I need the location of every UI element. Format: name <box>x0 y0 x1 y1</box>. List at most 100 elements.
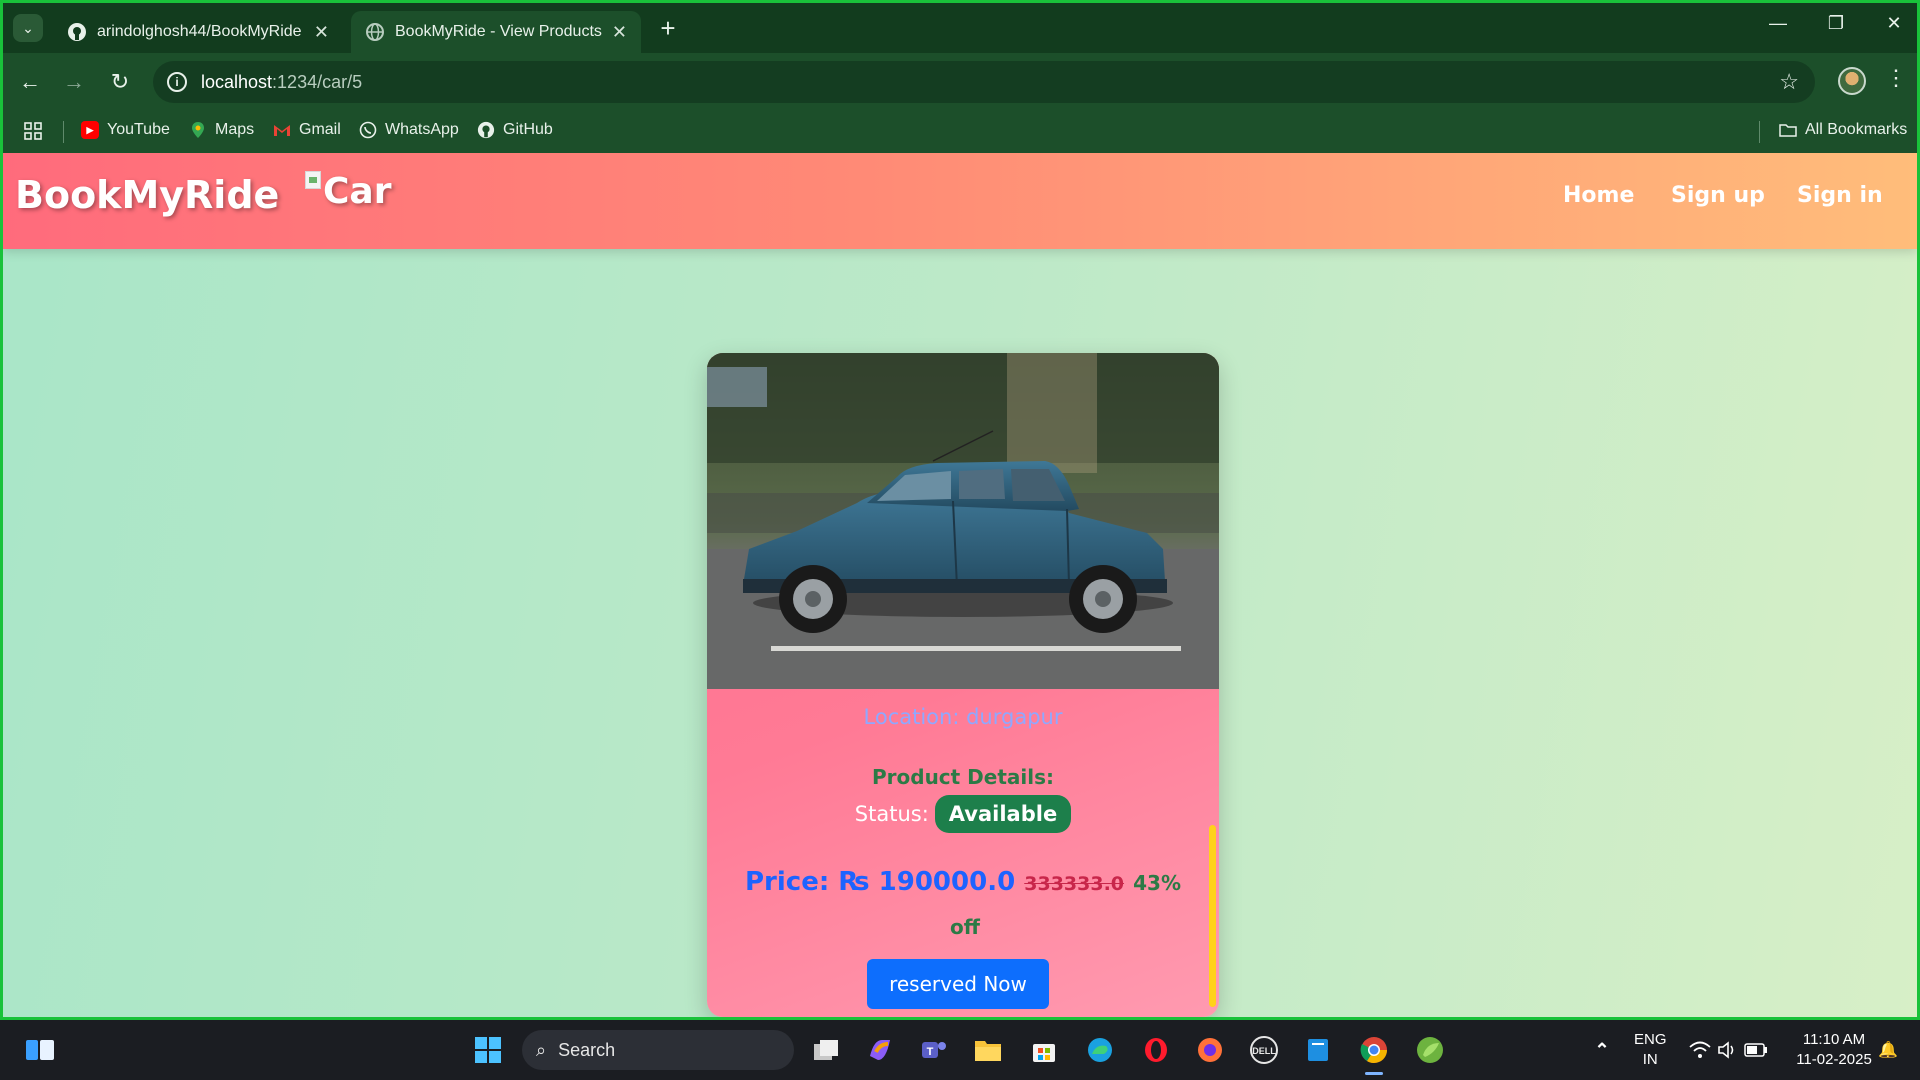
dell-icon[interactable]: DELL <box>1248 1034 1280 1066</box>
chevron-up-icon[interactable]: ⌃ <box>1586 1034 1618 1066</box>
bookmark-maps[interactable]: Maps <box>189 121 254 139</box>
back-icon[interactable]: ← <box>15 67 45 97</box>
region-code: IN <box>1642 1051 1658 1068</box>
browser-toolbar: ← → ↻ i localhost:1234/car/5 ☆ ⋮ <box>3 53 1917 111</box>
address-bar[interactable]: i localhost:1234/car/5 ☆ <box>153 61 1815 103</box>
car-photo <box>707 353 1219 689</box>
nav-sign-in[interactable]: Sign in <box>1797 183 1883 208</box>
clock[interactable]: 11:10 AM 11-02-2025 <box>1784 1030 1884 1070</box>
firefox-icon[interactable] <box>1194 1034 1226 1066</box>
card-scrollbar[interactable] <box>1209 825 1216 1007</box>
close-icon[interactable]: ✕ <box>612 22 627 43</box>
github-icon <box>67 22 87 42</box>
product-location: Location: durgapur <box>863 705 1063 729</box>
task-view-icon[interactable] <box>810 1034 842 1066</box>
tab-bookmyride[interactable]: BookMyRide - View Products ✕ <box>351 11 641 53</box>
tab-title: BookMyRide - View Products <box>395 23 602 40</box>
notification-bell-icon[interactable]: 🔔 <box>1872 1034 1904 1066</box>
folder-icon <box>1779 121 1797 139</box>
site-navbar: BookMyRide Car Home Sign up Sign in <box>3 153 1917 249</box>
reserve-now-button[interactable]: reserved Now <box>867 959 1049 1009</box>
bookmark-github[interactable]: GitHub <box>477 121 553 139</box>
start-windows-icon[interactable] <box>472 1034 504 1066</box>
bookmark-star-icon[interactable]: ☆ <box>1779 69 1799 95</box>
discount-percent: 43% <box>1133 871 1181 895</box>
edge-icon[interactable] <box>1084 1034 1116 1066</box>
whatsapp-icon <box>359 121 377 139</box>
spring-tool-icon[interactable] <box>1414 1034 1446 1066</box>
opera-icon[interactable] <box>1140 1034 1172 1066</box>
svg-text:T: T <box>927 1046 934 1058</box>
url-path: :1234/car/5 <box>272 71 363 92</box>
bookmark-whatsapp[interactable]: WhatsApp <box>359 121 459 139</box>
status-row: Status: Available <box>707 795 1219 833</box>
notes-app-icon[interactable] <box>1302 1034 1334 1066</box>
status-label: Status: <box>854 802 929 826</box>
broken-image-icon <box>305 171 321 189</box>
microsoft-store-icon[interactable] <box>1028 1034 1060 1066</box>
brand-logo[interactable]: BookMyRide <box>15 173 279 217</box>
svg-text:DELL: DELL <box>1252 1046 1276 1056</box>
forward-icon[interactable]: → <box>59 67 89 97</box>
globe-icon <box>365 22 385 42</box>
maps-icon <box>189 121 207 139</box>
page-viewport: BookMyRide Car Home Sign up Sign in Loca… <box>3 153 1917 1017</box>
teams-icon[interactable]: T <box>918 1034 950 1066</box>
reload-icon[interactable]: ↻ <box>105 67 135 97</box>
language-code: ENG <box>1634 1031 1667 1048</box>
new-tab-button[interactable]: + <box>653 13 683 44</box>
bookmark-label: GitHub <box>503 121 553 138</box>
youtube-icon: ▶ <box>81 121 99 139</box>
brand-image-alt: Car <box>323 171 392 212</box>
restore-icon[interactable]: ❐ <box>1821 13 1851 34</box>
close-window-icon[interactable]: ✕ <box>1879 13 1909 34</box>
bookmark-gmail[interactable]: Gmail <box>273 121 341 139</box>
bookmark-youtube[interactable]: ▶ YouTube <box>81 121 170 139</box>
product-details-heading: Product Details: <box>871 765 1055 789</box>
search-icon: ⌕ <box>536 1039 547 1060</box>
tab-github[interactable]: arindolghosh44/BookMyRide ✕ <box>53 11 343 53</box>
gmail-icon <box>273 121 291 139</box>
widgets-icon[interactable] <box>24 1034 56 1066</box>
price-original: 333333.0 <box>1024 873 1125 895</box>
bookmarks-separator <box>1759 121 1760 143</box>
file-explorer-icon[interactable] <box>972 1034 1004 1066</box>
all-bookmarks[interactable]: All Bookmarks <box>1779 121 1907 139</box>
copilot-icon[interactable] <box>864 1034 896 1066</box>
price-current: Price: ₨ 190000.0 <box>745 867 1016 897</box>
github-icon <box>477 121 495 139</box>
bookmark-label: Maps <box>215 121 255 138</box>
tab-bar: ⌄ arindolghosh44/BookMyRide ✕ BookMyRide… <box>3 3 1917 53</box>
bookmarks-bar: ▶ YouTube Maps Gmail WhatsApp GitHub All… <box>3 111 1917 153</box>
search-placeholder: Search <box>558 1039 616 1060</box>
tab-title: arindolghosh44/BookMyRide <box>97 23 302 40</box>
bookmarks-separator <box>63 121 64 143</box>
bookmark-label: WhatsApp <box>385 121 459 138</box>
clock-time: 11:10 AM <box>1802 1031 1866 1048</box>
menu-kebab-icon[interactable]: ⋮ <box>1885 65 1907 91</box>
chrome-active-indicator <box>1365 1072 1383 1075</box>
clock-date: 11-02-2025 <box>1796 1051 1872 1068</box>
price-block: Price: ₨ 190000.0 333333.0 43% off <box>737 861 1189 950</box>
site-info-icon[interactable]: i <box>167 72 187 92</box>
tab-search-button[interactable]: ⌄ <box>13 14 43 42</box>
bookmark-label: Gmail <box>299 121 341 138</box>
discount-suffix: off <box>950 915 980 939</box>
bookmark-label: YouTube <box>107 121 170 138</box>
apps-grid-icon[interactable] <box>23 121 43 141</box>
status-badge: Available <box>934 795 1072 833</box>
battery-icon[interactable] <box>1740 1034 1772 1066</box>
profile-avatar[interactable] <box>1838 67 1866 95</box>
language-indicator[interactable]: ENG IN <box>1634 1030 1667 1070</box>
brand-image-broken: Car <box>305 171 391 212</box>
minimize-icon[interactable]: — <box>1763 13 1793 34</box>
taskbar-search[interactable]: ⌕ Search <box>522 1030 794 1070</box>
product-card: Location: durgapur Product Details: Stat… <box>707 353 1219 1017</box>
all-bookmarks-label: All Bookmarks <box>1805 121 1908 138</box>
chrome-icon[interactable] <box>1358 1034 1390 1066</box>
browser-window: ⌄ arindolghosh44/BookMyRide ✕ BookMyRide… <box>0 0 1920 1020</box>
nav-sign-up[interactable]: Sign up <box>1671 183 1765 208</box>
close-icon[interactable]: ✕ <box>314 22 329 43</box>
url-host: localhost <box>201 71 273 92</box>
nav-home[interactable]: Home <box>1563 183 1634 208</box>
